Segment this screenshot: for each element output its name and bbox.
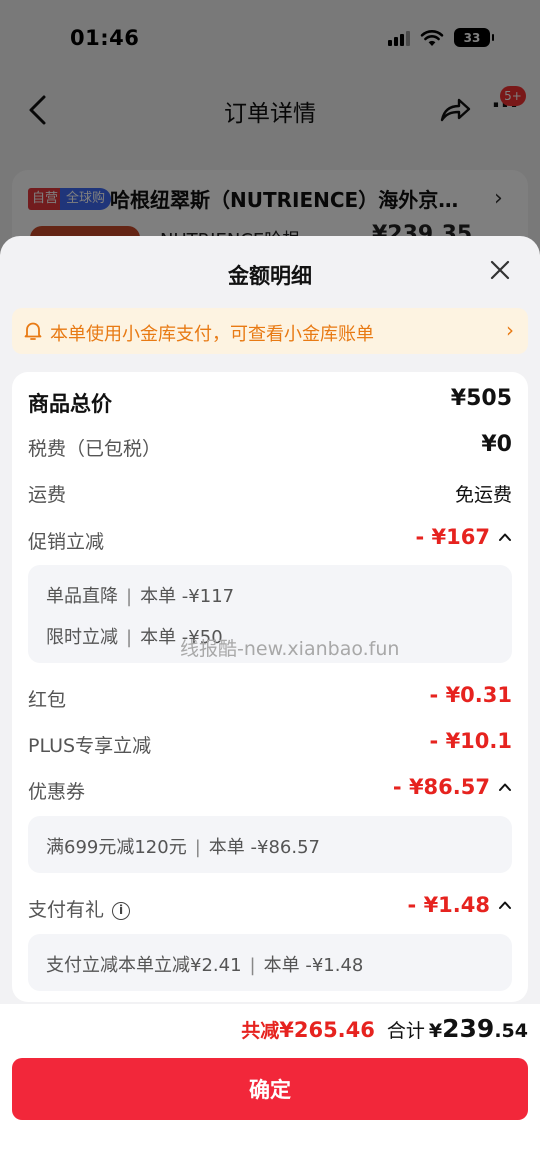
tax-label: 税费（已包税） xyxy=(28,438,162,460)
goods-total-label: 商品总价 xyxy=(28,392,112,416)
pay-gift-row[interactable]: 支付有礼 i - ¥1.48 xyxy=(28,891,512,923)
pay-gift-value: - ¥1.48 xyxy=(407,893,490,917)
coupon-label: 优惠券 xyxy=(28,781,86,803)
coupon-row[interactable]: 优惠券 - ¥86.57 xyxy=(28,773,512,805)
footer-totals: 共减 ¥265.46 合计 ¥ 239 .54 xyxy=(241,1014,528,1043)
pay-gift-detail-amount: 本单 -¥1.48 xyxy=(263,955,364,976)
tax-value: ¥0 xyxy=(481,432,512,457)
coupon-detail-amount: 本单 -¥86.57 xyxy=(208,837,320,858)
pay-gift-label: 支付有礼 xyxy=(28,899,105,921)
promo-row[interactable]: 促销立减 - ¥167 xyxy=(28,523,512,555)
goods-total-value: ¥505 xyxy=(450,386,512,411)
total-decimal: .54 xyxy=(494,1020,528,1042)
amount-detail-card: 商品总价 ¥505 税费（已包税） ¥0 运费 免运费 促销立减 - ¥167 … xyxy=(12,372,528,1002)
chevron-up-icon[interactable] xyxy=(498,898,512,912)
pay-gift-detail-line: 支付立减本单立减¥2.41 | 本单 -¥1.48 xyxy=(46,951,363,977)
red-packet-row: 红包 - ¥0.31 xyxy=(28,681,512,713)
coupon-value-group: - ¥86.57 xyxy=(393,775,512,799)
coupon-detail-line: 满699元减120元 | 本单 -¥86.57 xyxy=(46,833,320,859)
sheet-footer: 共减 ¥265.46 合计 ¥ 239 .54 确定 xyxy=(0,1004,540,1173)
total-label: 合计 xyxy=(386,1020,425,1042)
tax-row: 税费（已包税） ¥0 xyxy=(28,430,512,462)
separator: | xyxy=(249,955,256,976)
watermark-text: 线报酷-new.xianbao.fun xyxy=(180,638,400,660)
shipping-value: 免运费 xyxy=(454,484,512,506)
close-icon[interactable] xyxy=(486,256,514,284)
info-icon[interactable]: i xyxy=(112,902,131,920)
red-packet-value: - ¥0.31 xyxy=(429,683,512,707)
chevron-up-icon[interactable] xyxy=(498,780,512,794)
plus-label: PLUS专享立减 xyxy=(28,735,152,757)
chevron-up-icon[interactable] xyxy=(498,530,512,544)
total-currency: ¥ xyxy=(428,1020,443,1042)
pay-gift-detail-name: 支付立减本单立减¥2.41 xyxy=(46,955,242,976)
pay-gift-value-group: - ¥1.48 xyxy=(408,893,512,917)
chevron-right-icon: › xyxy=(506,318,514,342)
promo-detail-name: 限时立减 xyxy=(46,627,118,648)
amount-detail-sheet: 金额明细 本单使用小金库支付，可查看小金库账单 › 商品总价 ¥505 税费（已… xyxy=(0,236,540,1173)
coupon-detail-name: 满699元减120元 xyxy=(46,837,187,858)
sheet-title: 金额明细 xyxy=(228,264,312,288)
promo-label: 促销立减 xyxy=(28,531,105,553)
coupon-detail-box: 满699元减120元 | 本单 -¥86.57 xyxy=(28,816,512,873)
plus-row: PLUS专享立减 - ¥10.1 xyxy=(28,727,512,759)
shipping-label: 运费 xyxy=(28,484,67,506)
separator: | xyxy=(126,627,133,648)
total-saved-amount: ¥265.46 xyxy=(279,1018,375,1042)
red-packet-label: 红包 xyxy=(28,689,67,711)
pay-gift-detail-box: 支付立减本单立减¥2.41 | 本单 -¥1.48 xyxy=(28,934,512,991)
confirm-button[interactable]: 确定 xyxy=(12,1058,528,1120)
separator: | xyxy=(126,586,133,607)
shipping-row: 运费 免运费 xyxy=(28,476,512,508)
plus-value: - ¥10.1 xyxy=(429,729,512,753)
pay-gift-label-group: 支付有礼 i xyxy=(28,895,131,922)
wallet-notice-banner[interactable]: 本单使用小金库支付，可查看小金库账单 › xyxy=(12,308,528,354)
separator: | xyxy=(194,837,201,858)
bell-icon xyxy=(24,322,42,340)
promo-value-group: - ¥167 xyxy=(416,525,512,549)
goods-total-row: 商品总价 ¥505 xyxy=(28,384,512,416)
promo-value: - ¥167 xyxy=(415,525,490,549)
promo-detail-name: 单品直降 xyxy=(46,586,118,607)
promo-detail-line: 单品直降 | 本单 -¥117 xyxy=(46,582,234,608)
total-saved-label: 共减 xyxy=(241,1020,280,1042)
promo-detail-amount: 本单 -¥117 xyxy=(140,586,235,607)
wallet-notice-text: 本单使用小金库支付，可查看小金库账单 xyxy=(50,324,374,345)
total-integer: 239 xyxy=(442,1014,495,1043)
coupon-value: - ¥86.57 xyxy=(392,775,490,799)
